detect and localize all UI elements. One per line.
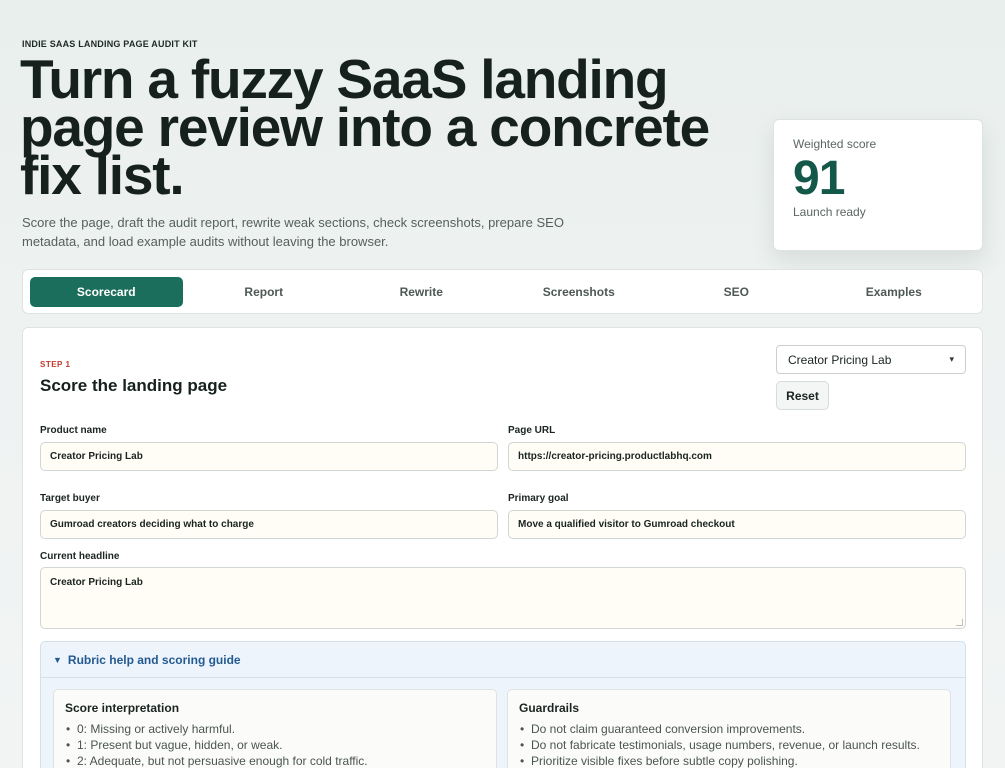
rubric-summary: Rubric help and scoring guide (67, 652, 241, 667)
tab-screenshots[interactable]: Screenshots (503, 277, 656, 307)
reset-button[interactable]: Reset (776, 381, 829, 410)
score-card: Weighted score 91 Launch ready (773, 119, 983, 251)
section-title: Score the landing page (40, 376, 228, 395)
product-name-field[interactable]: Creator Pricing Lab (40, 442, 498, 471)
rubric-toggle[interactable]: ▼ Rubric help and scoring guide (41, 642, 965, 678)
score-interpretation-card: Score interpretation 0: Missing or activ… (53, 689, 497, 768)
list-item: 2: Adequate, but not persuasive enough f… (65, 753, 485, 768)
list-item: 1: Present but vague, hidden, or weak. (65, 737, 485, 753)
resize-handle-icon[interactable] (956, 619, 963, 626)
tab-bar: Scorecard Report Rewrite Screenshots SEO… (22, 269, 983, 314)
page-url-label: Page URL (508, 425, 556, 436)
primary-goal-label: Primary goal (508, 493, 569, 504)
example-select-value: Creator Pricing Lab (788, 352, 892, 367)
target-buyer-label: Target buyer (40, 493, 100, 504)
scorecard-panel: STEP 1 Score the landing page Creator Pr… (22, 327, 983, 768)
guardrails-list: Do not claim guaranteed conversion impro… (519, 721, 939, 768)
page-subtitle: Score the page, draft the audit report, … (22, 215, 564, 249)
tab-report[interactable]: Report (188, 277, 341, 307)
tab-scorecard[interactable]: Scorecard (30, 276, 183, 307)
guardrails-card: Guardrails Do not claim guaranteed conve… (507, 689, 951, 768)
primary-goal-field[interactable]: Move a qualified visitor to Gumroad chec… (508, 510, 966, 539)
disclosure-triangle-icon: ▼ (53, 654, 62, 665)
example-select[interactable]: Creator Pricing Lab ▾ (776, 345, 966, 374)
current-headline-label: Current headline (40, 551, 120, 562)
list-item: Do not fabricate testimonials, usage num… (519, 737, 939, 753)
current-headline-value: Creator Pricing Lab (50, 577, 143, 588)
tab-rewrite[interactable]: Rewrite (345, 277, 498, 307)
guardrails-title: Guardrails (519, 701, 580, 715)
score-interpretation-list: 0: Missing or actively harmful. 1: Prese… (65, 721, 485, 768)
tab-seo[interactable]: SEO (660, 277, 813, 307)
product-name-label: Product name (40, 425, 107, 436)
score-status: Launch ready (793, 205, 866, 219)
chevron-down-icon: ▾ (949, 354, 954, 364)
target-buyer-field[interactable]: Gumroad creators deciding what to charge (40, 510, 498, 539)
page-title: Turn a fuzzy SaaS landing page review in… (20, 48, 710, 206)
score-value: 91 (793, 152, 845, 205)
rubric-details: ▼ Rubric help and scoring guide Score in… (40, 641, 966, 768)
step-label: STEP 1 (40, 360, 71, 369)
tab-examples[interactable]: Examples (818, 277, 971, 307)
list-item: 0: Missing or actively harmful. (65, 721, 485, 737)
list-item: Do not claim guaranteed conversion impro… (519, 721, 939, 737)
page-url-field[interactable]: https://creator-pricing.productlabhq.com (508, 442, 966, 471)
score-interpretation-title: Score interpretation (65, 701, 180, 715)
score-label: Weighted score (793, 137, 877, 151)
current-headline-textarea[interactable]: Creator Pricing Lab (40, 567, 966, 629)
list-item: Prioritize visible fixes before subtle c… (519, 753, 939, 768)
